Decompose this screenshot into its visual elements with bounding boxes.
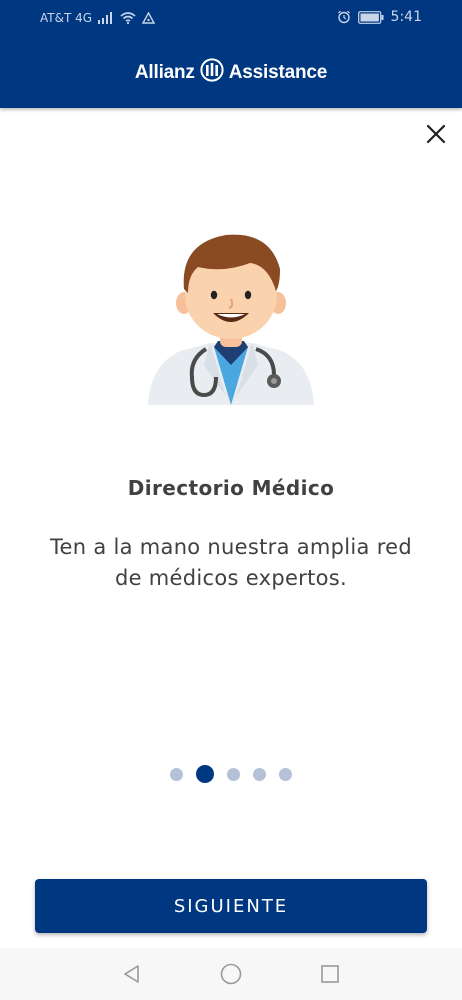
brand-name-left: Allianz: [134, 62, 195, 83]
pagination-dots: [0, 764, 462, 784]
battery-icon: [357, 10, 384, 24]
pagination-dot-3[interactable]: [227, 767, 240, 781]
carrier-label: AT&T 4G: [40, 11, 93, 25]
brand-logo: Allianz Assistance: [0, 58, 462, 88]
status-right: 5:41: [337, 9, 422, 25]
pagination-dot-2[interactable]: [196, 765, 214, 783]
app-header: AT&T 4G 5:41 Allianz Assistance: [0, 0, 462, 108]
status-bar: AT&T 4G 5:41: [0, 0, 462, 36]
close-button[interactable]: [422, 120, 450, 148]
onboarding-screen: AT&T 4G 5:41 Allianz Assistance Director…: [0, 0, 462, 1000]
alarm-icon: [337, 10, 351, 24]
pagination-dot-1[interactable]: [170, 767, 183, 781]
recents-icon[interactable]: [318, 962, 342, 986]
status-left: AT&T 4G: [40, 11, 156, 25]
home-icon[interactable]: [219, 962, 243, 986]
hotspot-icon: [142, 12, 156, 24]
back-icon[interactable]: [120, 962, 144, 986]
page-title: Directorio Médico: [127, 476, 335, 500]
signal-icon: [98, 12, 114, 24]
clock-time: 5:41: [390, 9, 422, 25]
doctor-illustration-icon: [140, 225, 322, 410]
pagination-dot-5[interactable]: [279, 767, 292, 781]
pagination-dot-4[interactable]: [253, 767, 266, 781]
next-button[interactable]: SIGUIENTE: [35, 879, 427, 933]
page-description: Ten a la mano nuestra amplia red de médi…: [49, 535, 413, 590]
close-icon: [426, 124, 446, 144]
brand-name-right: Assistance: [228, 62, 328, 83]
wifi-icon: [120, 12, 136, 24]
system-nav-bar: [0, 948, 462, 1000]
allianz-logo-icon: [200, 58, 224, 88]
